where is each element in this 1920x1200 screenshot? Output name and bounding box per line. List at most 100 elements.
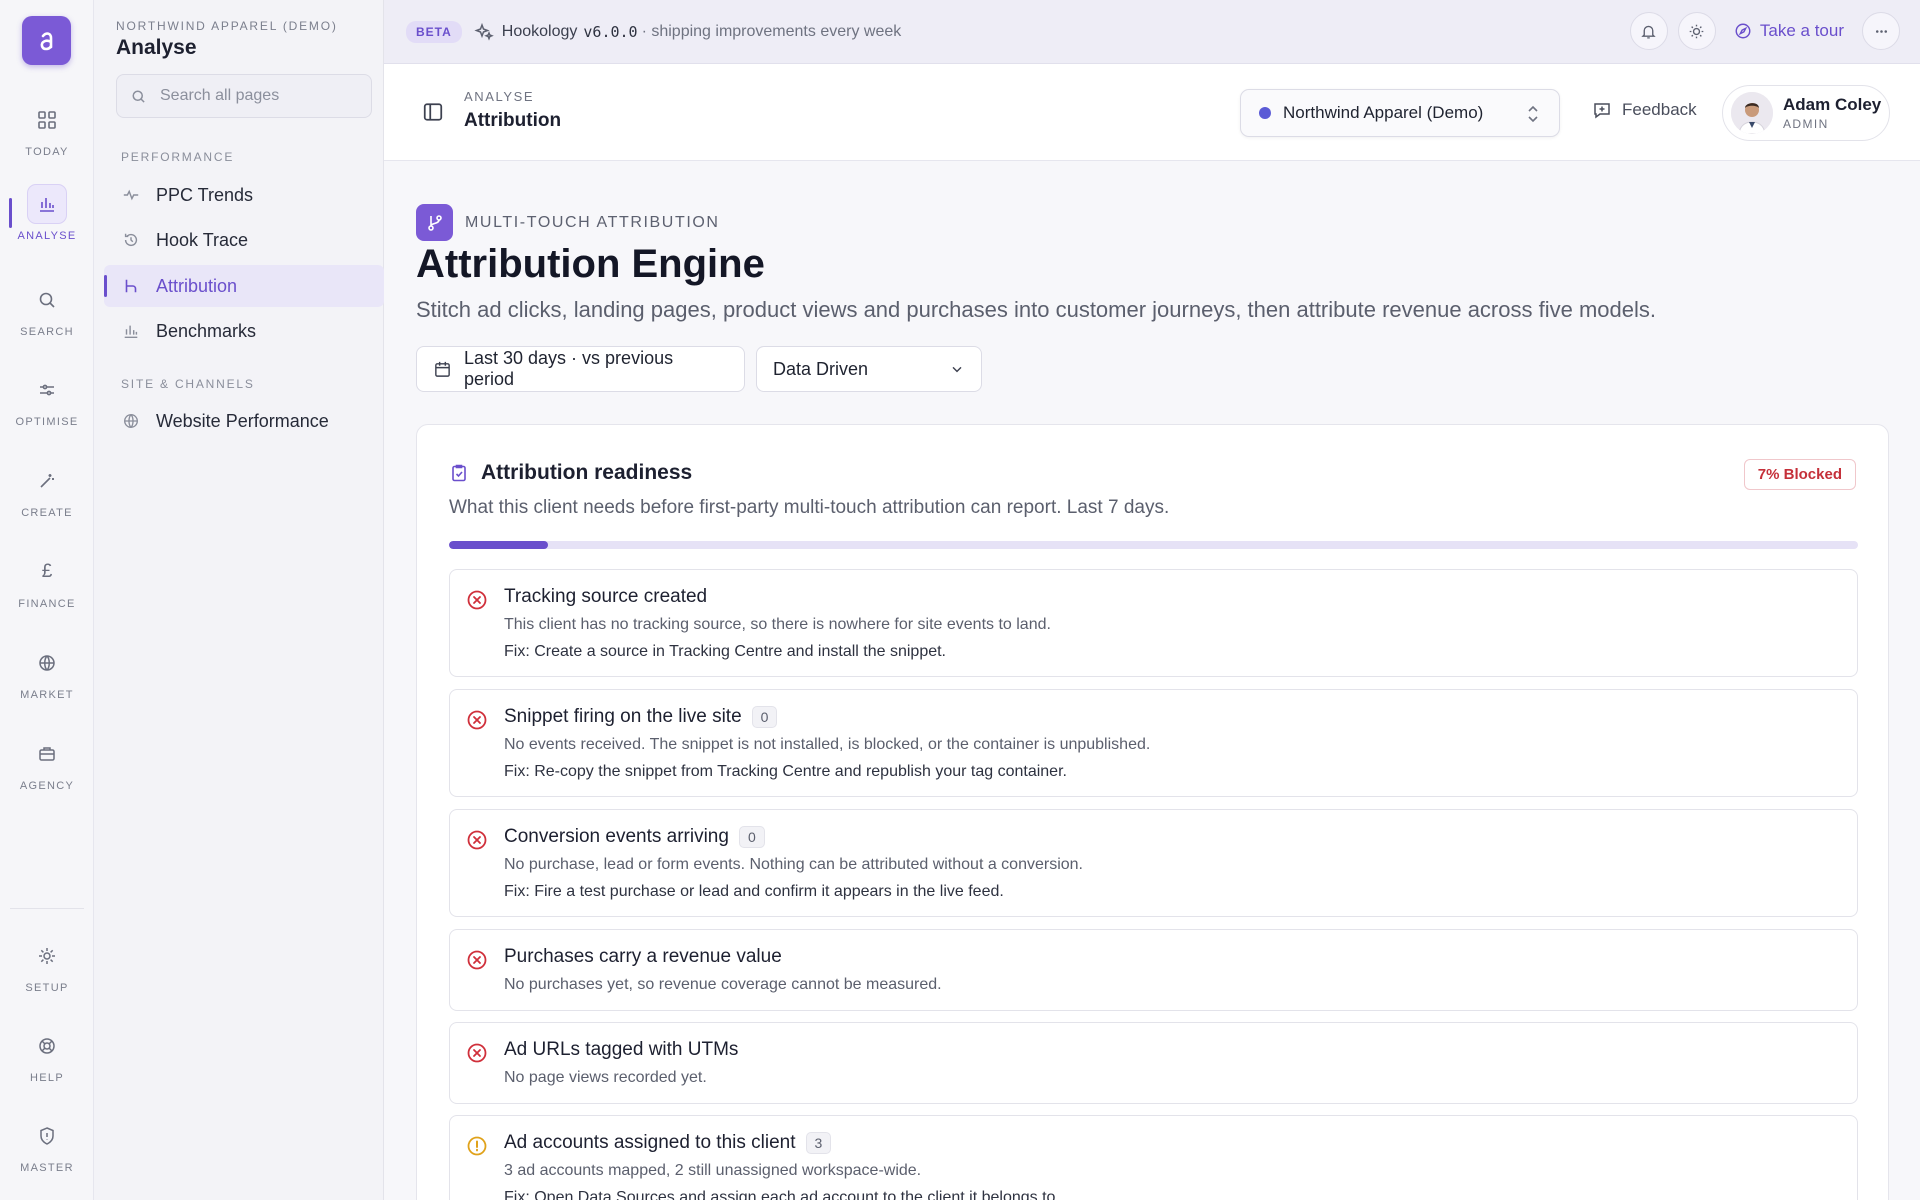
search-input[interactable] xyxy=(160,87,360,105)
error-circle-icon xyxy=(467,830,487,850)
app-logo[interactable] xyxy=(22,16,71,65)
sidebar-item-hook-trace[interactable]: Hook Trace xyxy=(104,219,384,261)
check-title-row: Ad URLs tagged with UTMs xyxy=(504,1039,738,1061)
pound-icon: £ xyxy=(41,561,53,582)
rail-item-search[interactable]: SEARCH xyxy=(0,280,94,338)
clipboard-check-icon xyxy=(452,464,466,482)
readiness-check-item[interactable]: Snippet firing on the live site 0 No event… xyxy=(449,689,1858,797)
sidebar-item-label: Attribution xyxy=(156,275,238,296)
rail-label: MARKET xyxy=(20,689,74,701)
check-title: Ad accounts assigned to this client xyxy=(504,1132,796,1153)
sidebar-item-benchmarks[interactable]: Benchmarks xyxy=(104,310,384,352)
client-status-dot xyxy=(1259,107,1271,119)
page-heading: Attribution Engine xyxy=(416,242,765,286)
sidebar-section-label: SITE & CHANNELS xyxy=(121,377,255,391)
breadcrumb[interactable]: ANALYSE xyxy=(464,89,534,104)
sidebar-toggle-icon[interactable] xyxy=(422,101,444,123)
sidebar-search[interactable] xyxy=(116,74,372,118)
rail-item-today[interactable]: TODAY xyxy=(0,100,94,158)
check-fix: Fix: Create a source in Tracking Centre … xyxy=(504,643,946,660)
check-title: Ad URLs tagged with UTMs xyxy=(504,1039,739,1060)
client-name: Northwind Apparel (Demo) xyxy=(1283,103,1484,122)
product-name: Hookology xyxy=(501,22,578,40)
readiness-check-item[interactable]: Ad URLs tagged with UTMs No page views re… xyxy=(449,1022,1858,1104)
rail-item-optimise[interactable]: OPTIMISE xyxy=(0,370,94,428)
rail-label: ANALYSE xyxy=(17,230,77,242)
avatar xyxy=(1731,92,1773,134)
check-count-badge: 0 xyxy=(738,826,765,848)
shield-icon xyxy=(27,1116,67,1156)
check-fix: Fix: Re-copy the snippet from Tracking C… xyxy=(504,763,1067,780)
more-horizontal-icon xyxy=(1875,29,1887,33)
error-circle-icon xyxy=(467,1043,487,1063)
check-title: Snippet firing on the live site xyxy=(504,706,742,727)
check-title: Purchases carry a revenue value xyxy=(504,946,782,967)
grid-icon xyxy=(27,100,67,140)
check-count-badge: 0 xyxy=(751,706,778,728)
attribution-model-select[interactable]: Data Driven xyxy=(756,346,982,392)
rail-item-analyse[interactable]: ANALYSE xyxy=(0,184,94,242)
sidebar-item-label: Website Performance xyxy=(156,410,329,431)
release-banner: BETA Hookology v6.0.0 · shipping improve… xyxy=(384,0,1920,64)
check-description: No events received. The snippet is not i… xyxy=(504,736,1151,753)
globe-icon xyxy=(122,412,140,430)
readiness-title: Attribution readiness xyxy=(449,461,692,485)
more-options-button[interactable] xyxy=(1862,12,1900,50)
readiness-check-item[interactable]: Conversion events arriving 0 No purchase, … xyxy=(449,809,1858,917)
page-description: Stitch ad clicks, landing pages, product… xyxy=(416,297,1656,322)
readiness-check-item[interactable]: Purchases carry a revenue value No purcha… xyxy=(449,929,1858,1011)
app-rail: TODAY ANALYSE SEARCH OPTIMISE CREATE £ F… xyxy=(0,0,94,1200)
search-icon xyxy=(132,90,145,103)
rail-label: FINANCE xyxy=(18,598,76,610)
rail-label: OPTIMISE xyxy=(15,416,79,428)
rail-item-create[interactable]: CREATE xyxy=(0,461,94,519)
take-tour-button[interactable]: Take a tour xyxy=(1726,21,1852,41)
notifications-button[interactable] xyxy=(1629,12,1668,50)
user-menu[interactable]: Adam Coley ADMIN xyxy=(1722,85,1890,141)
history-icon xyxy=(122,231,140,249)
sidebar-title: Analyse xyxy=(116,36,197,59)
model-select-value: Data Driven xyxy=(773,358,869,379)
theme-toggle-button[interactable] xyxy=(1677,12,1716,50)
date-range-picker[interactable]: Last 30 days · vs previous period xyxy=(416,346,745,392)
client-switcher[interactable]: Northwind Apparel (Demo) xyxy=(1240,89,1560,137)
readiness-card: Attribution readiness What this client n… xyxy=(416,424,1889,1200)
check-description: No purchase, lead or form events. Nothin… xyxy=(504,856,1083,873)
sidebar-item-label: Benchmarks xyxy=(156,320,257,341)
sliders-icon xyxy=(27,370,67,410)
release-tagline: · shipping improvements every week xyxy=(641,22,902,40)
sidebar-section-label: PERFORMANCE xyxy=(121,150,235,164)
user-name: Adam Coley xyxy=(1783,95,1882,114)
bar-chart-icon xyxy=(27,184,67,224)
section-sidebar: NORTHWIND APPAREL (DEMO) Analyse PERFORM… xyxy=(94,0,384,1200)
user-role: ADMIN xyxy=(1783,117,1829,131)
check-title-row: Purchases carry a revenue value xyxy=(504,946,782,968)
rail-item-master[interactable]: MASTER xyxy=(0,1116,94,1174)
check-description: 3 ad accounts mapped, 2 still unassigned… xyxy=(504,1162,922,1179)
check-fix: Fix: Open Data Sources and assign each a… xyxy=(504,1189,1060,1200)
sidebar-item-attribution[interactable]: Attribution xyxy=(104,265,384,307)
rail-item-finance[interactable]: £ FINANCE xyxy=(0,552,94,610)
rail-item-help[interactable]: HELP xyxy=(0,1026,94,1084)
error-circle-icon xyxy=(467,710,487,730)
rail-item-setup[interactable]: SETUP xyxy=(0,936,94,994)
readiness-check-item[interactable]: Tracking source created This client has n… xyxy=(449,569,1858,677)
check-title-row: Conversion events arriving 0 xyxy=(504,826,765,848)
check-title-row: Snippet firing on the live site 0 xyxy=(504,706,778,728)
page-header: ANALYSE Attribution Northwind Apparel (D… xyxy=(384,64,1920,161)
search-icon xyxy=(27,280,67,320)
rail-label: AGENCY xyxy=(19,780,75,792)
rail-item-agency[interactable]: AGENCY xyxy=(0,734,94,792)
check-description: No page views recorded yet. xyxy=(504,1069,707,1086)
rail-label: TODAY xyxy=(25,146,69,158)
readiness-check-item[interactable]: Ad accounts assigned to this client 3 3 ad… xyxy=(449,1115,1858,1200)
sidebar-item-website-performance[interactable]: Website Performance xyxy=(104,400,384,442)
readiness-progress-fill xyxy=(449,541,548,549)
rail-item-market[interactable]: MARKET xyxy=(0,643,94,701)
calendar-icon xyxy=(435,361,450,377)
sidebar-item-ppc-trends[interactable]: PPC Trends xyxy=(104,174,384,216)
rail-label: MASTER xyxy=(20,1162,74,1174)
feedback-button[interactable]: Feedback xyxy=(1592,100,1697,120)
check-title-row: Tracking source created xyxy=(504,586,707,608)
bar-chart-icon xyxy=(122,322,140,340)
